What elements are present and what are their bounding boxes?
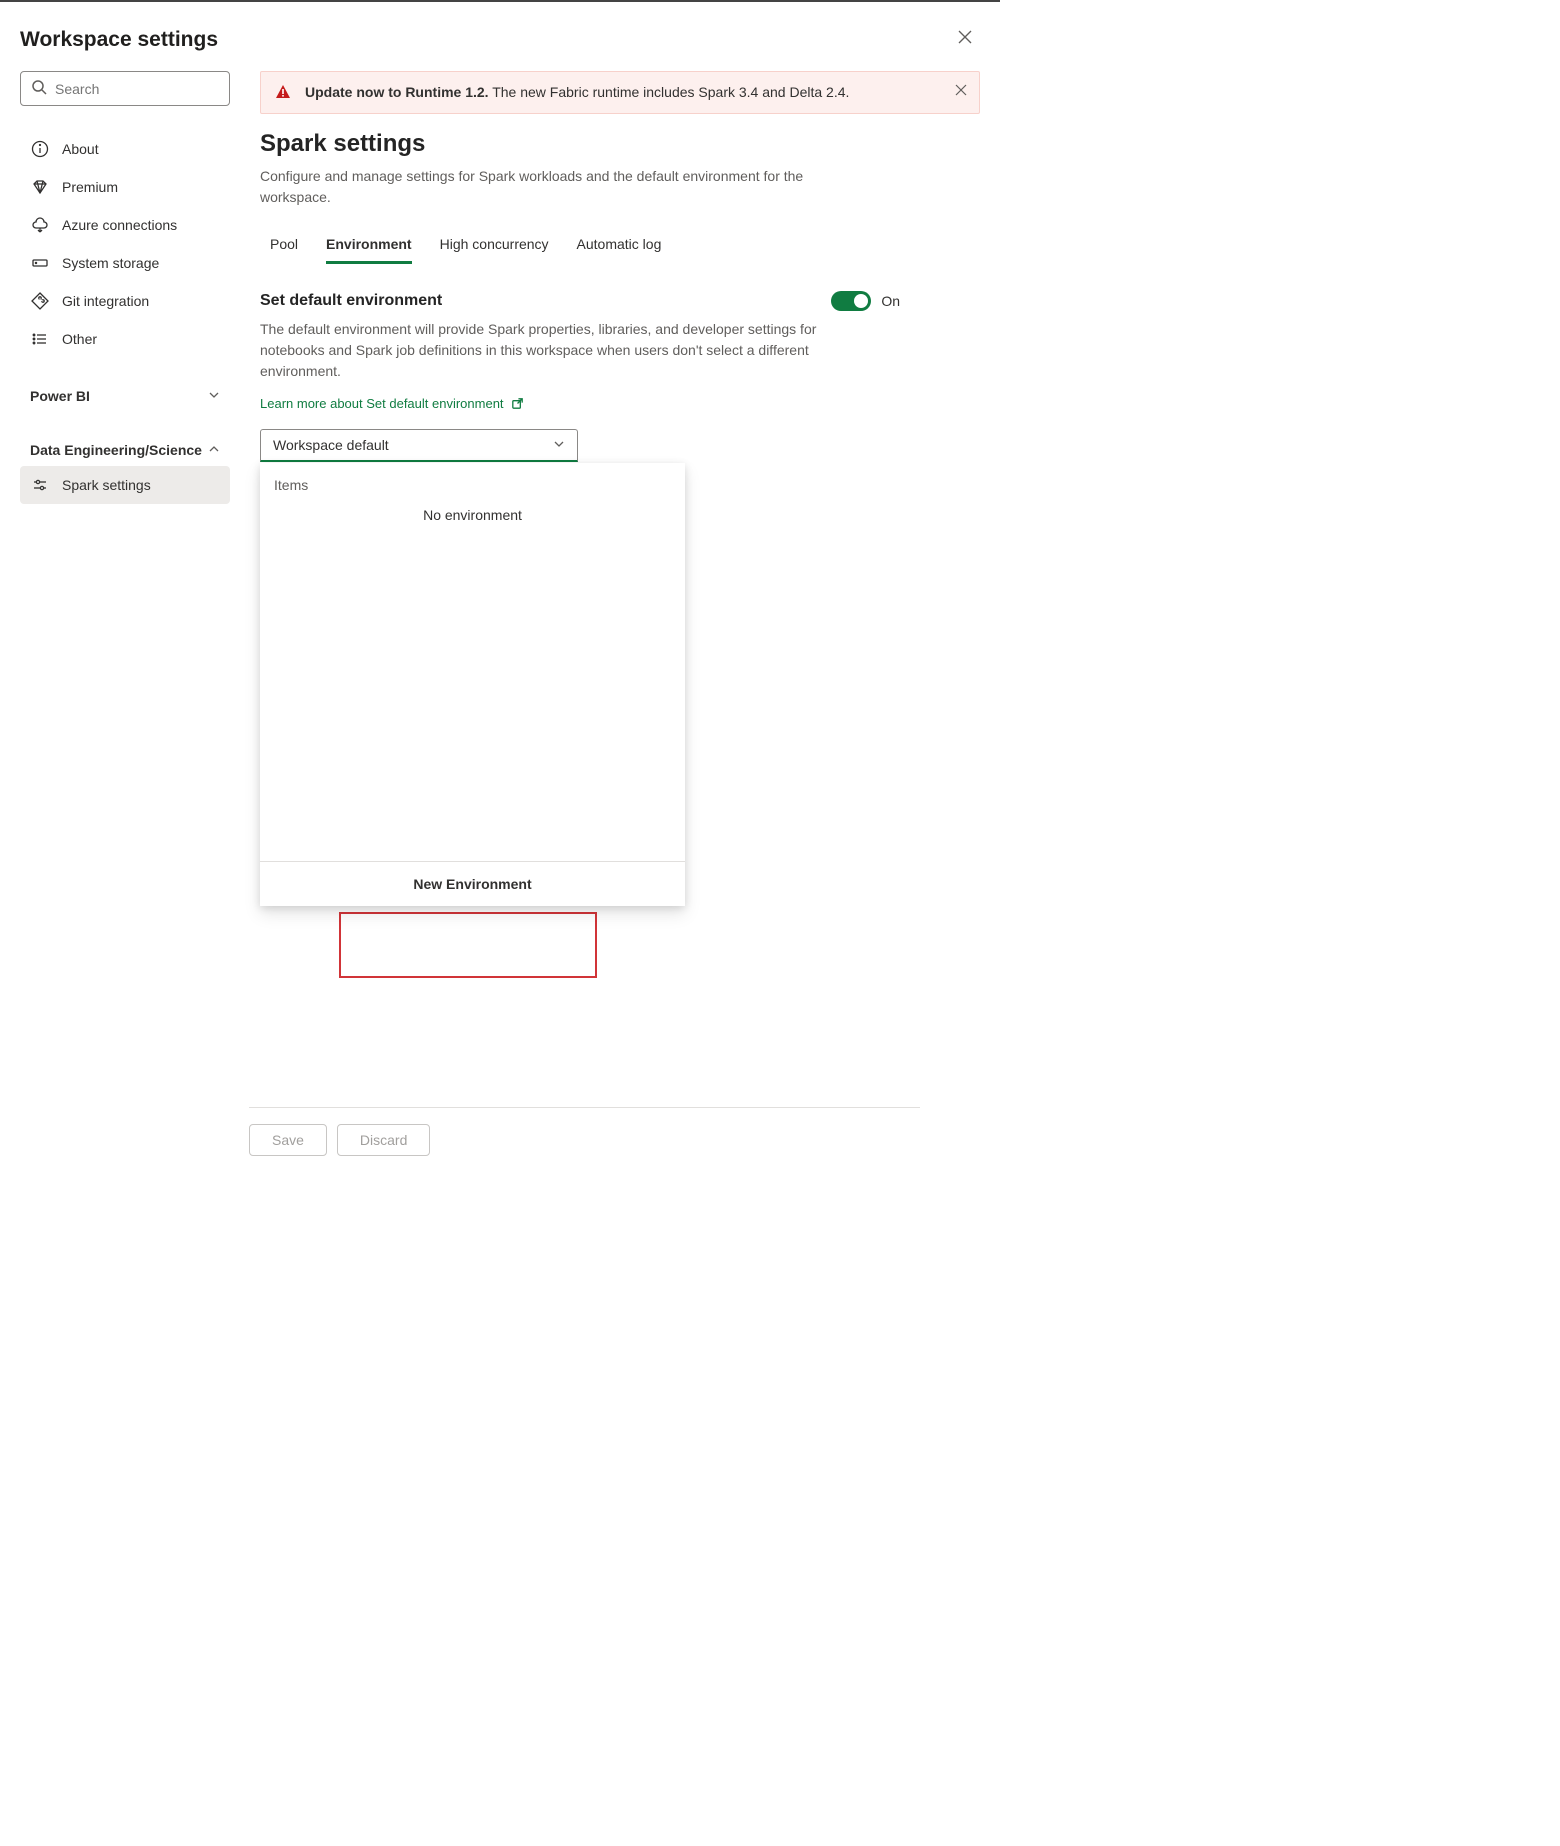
sidebar-item-azure[interactable]: Azure connections [20,206,230,244]
section-label: Power BI [30,388,90,404]
toggle-state-label: On [881,293,900,309]
sidebar-item-label: Azure connections [62,217,177,233]
sidebar-item-spark-settings[interactable]: Spark settings [20,466,230,504]
spark-settings-title: Spark settings [260,130,980,158]
page-title: Workspace settings [20,28,218,52]
default-env-desc: The default environment will provide Spa… [260,319,820,382]
sidebar-item-label: Other [62,331,97,347]
cloud-icon [30,216,50,234]
default-env-toggle[interactable] [831,291,871,311]
sidebar-item-other[interactable]: Other [20,320,230,358]
sidebar-item-label: System storage [62,255,159,271]
sidebar-item-premium[interactable]: Premium [20,168,230,206]
spark-settings-desc: Configure and manage settings for Spark … [260,166,850,208]
runtime-alert: Update now to Runtime 1.2. The new Fabri… [260,71,980,114]
sidebar-section-powerbi[interactable]: Power BI [20,378,230,412]
tab-high-concurrency[interactable]: High concurrency [440,226,549,262]
sidebar-section-data[interactable]: Data Engineering/Science [20,432,230,466]
chevron-down-icon [553,437,565,453]
environment-dropdown[interactable]: Workspace default [260,429,578,462]
close-icon[interactable] [954,26,976,53]
tab-automatic-log[interactable]: Automatic log [577,226,662,262]
save-button[interactable]: Save [249,1124,327,1156]
alert-close-icon[interactable] [955,82,967,102]
discard-button[interactable]: Discard [337,1124,430,1156]
info-icon [30,140,50,158]
environment-dropdown-panel: Items No environment New Environment [260,463,685,906]
annotation-highlight [339,912,597,978]
git-icon [30,292,50,310]
search-field[interactable] [55,81,219,97]
default-env-title: Set default environment [260,292,442,310]
list-icon [30,330,50,348]
dropdown-empty-text: No environment [260,499,685,523]
chevron-down-icon [208,389,220,404]
dropdown-value: Workspace default [273,437,389,453]
alert-text: Update now to Runtime 1.2. The new Fabri… [305,84,849,100]
sidebar-item-label: Premium [62,179,118,195]
external-link-icon [510,396,525,411]
sidebar-item-storage[interactable]: System storage [20,244,230,282]
warning-icon [275,84,291,100]
chevron-up-icon [208,443,220,458]
search-icon [31,79,47,98]
sidebar-item-git[interactable]: Git integration [20,282,230,320]
storage-icon [30,254,50,272]
sidebar-item-label: Spark settings [62,477,151,493]
tab-pool[interactable]: Pool [270,226,298,262]
new-environment-button[interactable]: New Environment [260,862,685,906]
sidebar-item-label: Git integration [62,293,149,309]
tab-environment[interactable]: Environment [326,226,412,262]
dropdown-section-label: Items [260,463,685,499]
learn-more-link[interactable]: Learn more about Set default environment [260,396,525,411]
sliders-icon [30,476,50,494]
section-label: Data Engineering/Science [30,442,202,458]
diamond-icon [30,178,50,196]
search-input[interactable] [20,71,230,106]
sidebar-item-label: About [62,141,99,157]
sidebar-item-about[interactable]: About [20,130,230,168]
